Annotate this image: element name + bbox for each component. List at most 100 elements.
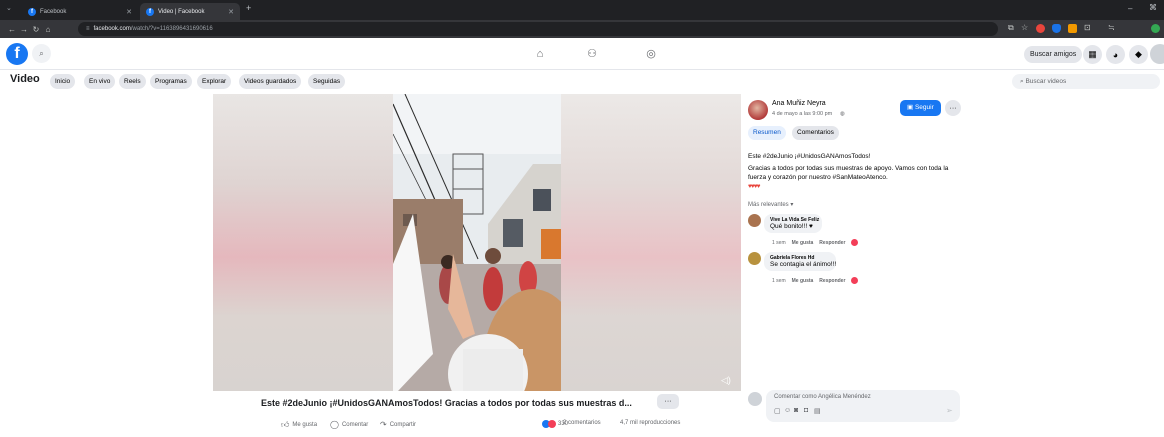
video-frame-image — [393, 94, 561, 391]
extension-orange-icon[interactable] — [1068, 24, 1077, 33]
video-blur-right — [561, 94, 741, 391]
comment-button[interactable]: ◯ Comentar — [330, 420, 368, 429]
find-friends-label: Buscar amigos — [1030, 51, 1077, 58]
volume-icon[interactable]: ◁) — [721, 375, 731, 386]
facebook-favicon-icon: f — [146, 7, 154, 16]
author-name[interactable]: Ana Muñiz Neyra — [772, 100, 826, 107]
video-nav-bar: Video Inicio En vivo Reels Programas Exp… — [0, 70, 1164, 92]
pill-programas[interactable]: Programas — [150, 74, 192, 89]
share-button[interactable]: ↷ Compartir — [380, 420, 416, 429]
url-host: facebook.com — [93, 26, 131, 32]
browser-tab-video[interactable]: f Video | Facebook ✕ — [140, 3, 240, 20]
comment-text: Se contagia el ánimo!!! — [770, 261, 837, 268]
post-text-line1: Este #2deJunio ¡#UnidosGANAmosTodos! — [748, 153, 871, 160]
site-settings-icon[interactable]: ≡ — [86, 26, 90, 32]
close-tab-icon[interactable]: ✕ — [228, 8, 234, 16]
views-count: 4,7 mil reproducciones — [620, 420, 681, 426]
search-icon[interactable]: ⌕ — [32, 44, 51, 63]
pill-en-vivo[interactable]: En vivo — [84, 74, 116, 89]
facebook-logo-icon[interactable]: f — [6, 43, 28, 65]
comment-reply-link[interactable]: Responder — [819, 240, 845, 246]
pill-inicio[interactable]: Inicio — [50, 74, 76, 89]
author-avatar[interactable] — [748, 100, 768, 120]
minimize-window-button[interactable]: – — [1128, 4, 1132, 13]
close-tab-icon[interactable]: ✕ — [126, 8, 132, 16]
comment-actions: 1 sem Me gusta Responder — [772, 277, 859, 284]
comment-composer[interactable]: Comentar como Angélica Menéndez ▢ ☺ ◙ ◘ … — [766, 390, 960, 422]
back-arrow-icon[interactable]: ← — [6, 25, 18, 34]
follow-label: Seguir — [914, 104, 934, 111]
follow-icon: ▣ — [907, 104, 915, 111]
comment-time[interactable]: 1 sem — [772, 278, 786, 284]
emoji-icon[interactable]: ☺ — [784, 407, 791, 414]
gif-icon[interactable]: ◘ — [804, 407, 808, 414]
pill-explorar[interactable]: Explorar — [197, 74, 232, 89]
comment-bubble: Gabriela Flores Hd Se contagia el ánimo!… — [764, 252, 836, 271]
share-label: Compartir — [389, 421, 417, 428]
more-label: ··· — [664, 398, 672, 405]
browser-tab-facebook[interactable]: f Facebook ✕ — [22, 3, 138, 20]
new-tab-button[interactable]: + — [246, 3, 251, 13]
profile-avatar-icon[interactable] — [1151, 24, 1160, 33]
extension-shield-icon[interactable] — [1052, 24, 1061, 33]
media-control-icon[interactable]: ≒ — [1108, 23, 1115, 32]
follow-button[interactable]: ▣ Seguir — [900, 100, 941, 116]
like-label: Me gusta — [292, 422, 318, 428]
comments-count[interactable]: 2 comentarios — [563, 420, 601, 426]
extension-red-icon[interactable] — [1036, 24, 1045, 33]
sort-dropdown[interactable]: Más relevantes ▾ — [748, 201, 793, 208]
friends-nav-icon[interactable]: ⚇ — [584, 46, 600, 62]
love-reaction-icon — [851, 239, 859, 246]
comment-input[interactable]: Comentar como Angélica Menéndez — [774, 394, 871, 400]
facebook-favicon-icon: f — [28, 7, 36, 16]
post-date[interactable]: 4 de mayo a las 9:00 pm — [772, 111, 832, 117]
forward-arrow-icon[interactable]: → — [18, 25, 30, 34]
video-search-input[interactable]: ⌕ Buscar videos — [1012, 74, 1160, 89]
commenter-avatar[interactable] — [748, 214, 761, 227]
extensions-puzzle-icon[interactable]: ⊡ — [1084, 23, 1091, 32]
comment-bubble: Vive La Vida Se Feliz Qué bonito!!! ♥ — [764, 214, 822, 233]
like-button[interactable]: 👍︎ Me gusta — [281, 420, 317, 430]
globe-icon: ◍ — [840, 111, 845, 117]
account-avatar[interactable] — [1150, 44, 1164, 64]
comment-like-link[interactable]: Me gusta — [792, 240, 814, 246]
reload-icon[interactable]: ↻ — [30, 25, 42, 34]
tab-comentarios[interactable]: Comentarios — [792, 126, 839, 140]
home-icon[interactable]: ⌂ — [42, 25, 54, 34]
home-nav-icon[interactable]: ⌂ — [532, 46, 548, 62]
share-arrow-icon: ↷ — [380, 420, 387, 429]
current-user-avatar[interactable] — [748, 392, 762, 406]
post-options-icon[interactable]: ··· — [945, 100, 961, 116]
video-more-button[interactable]: ··· — [657, 394, 679, 409]
address-bar[interactable]: ≡ facebook.com /watch/?v=116389643169061… — [78, 22, 998, 36]
comment-reply-link[interactable]: Responder — [819, 278, 845, 284]
video-blur-left — [213, 94, 393, 391]
screencast-icon[interactable]: ⧉ — [1008, 23, 1014, 33]
sticker-icon[interactable]: ▢ — [774, 407, 781, 415]
commenter-avatar[interactable] — [748, 252, 761, 265]
pill-videos-guardados[interactable]: Videos guardados — [239, 74, 302, 89]
video-player[interactable]: ◁) — [213, 94, 741, 391]
video-frame[interactable] — [393, 94, 561, 391]
post-text-line2: Gracias a todos por todas sus muestras d… — [748, 165, 949, 172]
groups-nav-icon[interactable]: ◎ — [643, 46, 659, 62]
post-details-panel: Ana Muñiz Neyra 4 de mayo a las 9:00 pm … — [742, 94, 962, 437]
bookmark-star-icon[interactable]: ☆ — [1021, 23, 1028, 32]
restore-window-icon[interactable]: ⌘ — [1149, 3, 1157, 12]
send-icon[interactable]: ➢ — [946, 406, 953, 415]
comment-like-link[interactable]: Me gusta — [792, 278, 814, 284]
avatar-sticker-icon[interactable]: ▤ — [814, 407, 821, 415]
tab-title: Video | Facebook — [158, 8, 205, 15]
pill-reels[interactable]: Reels — [119, 74, 146, 89]
tab-search-icon[interactable]: ⌄ — [6, 4, 12, 12]
notifications-bell-icon[interactable]: ◆ — [1129, 45, 1148, 64]
comment-time[interactable]: 1 sem — [772, 240, 786, 246]
tab-resumen[interactable]: Resumen — [748, 126, 786, 140]
menu-grid-icon[interactable]: ▦ — [1083, 45, 1102, 64]
url-path: /watch/?v=1163896431690616 — [130, 26, 213, 32]
messenger-icon[interactable]: ◕ — [1106, 45, 1125, 64]
search-placeholder: Buscar videos — [1025, 78, 1067, 85]
camera-icon[interactable]: ◙ — [794, 407, 798, 414]
pill-seguidas[interactable]: Seguidas — [308, 74, 346, 89]
find-friends-button[interactable]: Buscar amigos — [1024, 46, 1083, 63]
